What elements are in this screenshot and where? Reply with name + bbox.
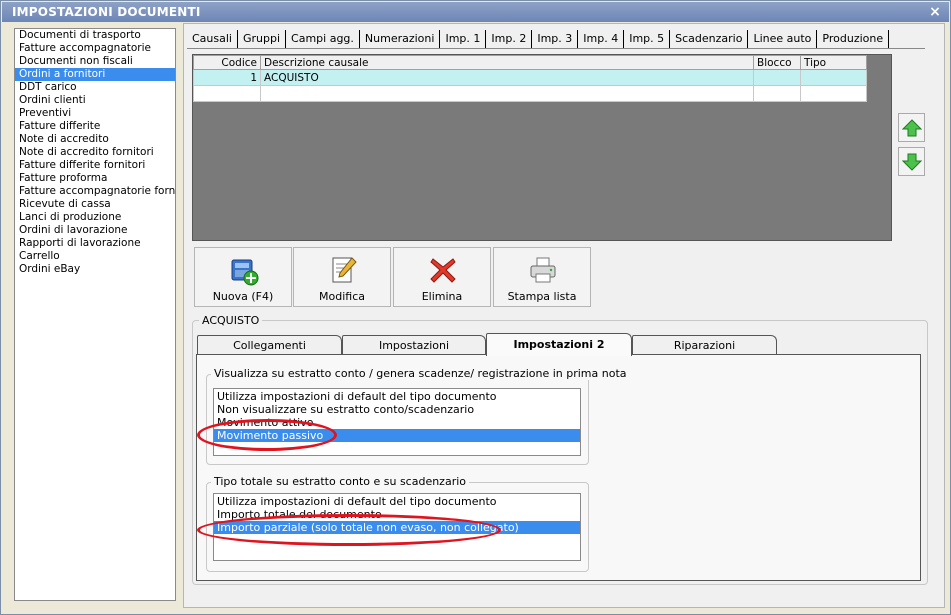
list-item[interactable]: Note di accredito fornitori	[15, 146, 175, 159]
new-document-icon	[231, 259, 259, 286]
group-title: ACQUISTO	[199, 314, 263, 327]
list-item[interactable]: DDT carico	[15, 81, 175, 94]
settings-tabs: Causali Gruppi Campi agg. Numerazioni Imp. 1…	[187, 30, 890, 49]
list-item[interactable]: Documenti di trasporto	[15, 29, 175, 42]
list-item[interactable]: Rapporti di lavorazione	[15, 237, 175, 250]
move-up-button[interactable]	[898, 113, 925, 142]
list-item[interactable]: Documenti non fiscali	[15, 55, 175, 68]
cell-descrizione[interactable]: ACQUISTO	[260, 69, 754, 86]
window-title: IMPOSTAZIONI DOCUMENTI	[12, 5, 201, 19]
list-item[interactable]: Fatture differite fornitori	[15, 159, 175, 172]
cell-blocco[interactable]	[753, 69, 801, 86]
tipo-totale-title: Tipo totale su estratto conto e su scade…	[211, 475, 470, 488]
tab-numerazioni[interactable]: Numerazioni	[360, 30, 441, 49]
delete-button[interactable]: Elimina	[393, 247, 491, 307]
cell-blocco[interactable]	[753, 85, 801, 102]
tab-impostazioni[interactable]: Impostazioni	[342, 335, 486, 355]
new-button[interactable]: Nuova (F4)	[194, 247, 292, 307]
tab-causali[interactable]: Causali	[187, 30, 238, 49]
list-item[interactable]: Utilizza impostazioni di default del tip…	[214, 495, 580, 508]
list-item[interactable]: Ordini clienti	[15, 94, 175, 107]
up-arrow-icon	[901, 118, 922, 136]
tab-imp-4[interactable]: Imp. 4	[578, 30, 625, 49]
tab-riparazioni[interactable]: Riparazioni	[632, 335, 777, 355]
column-header-tipo[interactable]: Tipo	[800, 55, 867, 70]
list-item[interactable]: Carrello	[15, 250, 175, 263]
list-item[interactable]: Ordini a fornitori	[15, 68, 175, 81]
tab-gruppi[interactable]: Gruppi	[238, 30, 287, 49]
tab-campi-agg[interactable]: Campi agg.	[286, 30, 360, 49]
tab-imp-1[interactable]: Imp. 1	[440, 30, 487, 49]
edit-button-label: Modifica	[319, 290, 365, 303]
list-item[interactable]: Ricevute di cassa	[15, 198, 175, 211]
delete-x-icon	[430, 258, 456, 283]
title-bar: IMPOSTAZIONI DOCUMENTI ×	[2, 2, 949, 22]
table-row[interactable]	[193, 85, 867, 102]
edit-button[interactable]: Modifica	[293, 247, 391, 307]
cell-tipo[interactable]	[800, 69, 867, 86]
tab-linee-auto[interactable]: Linee auto	[748, 30, 818, 49]
list-item[interactable]: Fatture differite	[15, 120, 175, 133]
list-item[interactable]: Fatture accompagnatorie	[15, 42, 175, 55]
column-header-descrizione[interactable]: Descrizione causale	[260, 55, 754, 70]
tab-collegamenti[interactable]: Collegamenti	[197, 335, 342, 355]
list-item[interactable]: Ordini eBay	[15, 263, 175, 276]
estratto-conto-title: Visualizza su estratto conto / genera sc…	[211, 367, 630, 380]
annotation-circle	[197, 514, 501, 546]
list-item[interactable]: Ordini di lavorazione	[15, 224, 175, 237]
tab-scadenzario[interactable]: Scadenzario	[670, 30, 749, 49]
cell-codice[interactable]	[193, 85, 261, 102]
print-list-button[interactable]: Stampa lista	[493, 247, 591, 307]
list-item[interactable]: Preventivi	[15, 107, 175, 120]
move-down-button[interactable]	[898, 147, 925, 176]
causali-grid[interactable]: Codice Descrizione causale Blocco Tipo 1…	[192, 54, 892, 241]
cell-descrizione[interactable]	[260, 85, 754, 102]
annotation-circle	[197, 419, 337, 451]
list-item[interactable]: Note di accredito	[15, 133, 175, 146]
close-icon[interactable]: ×	[929, 2, 941, 22]
list-item[interactable]: Utilizza impostazioni di default del tip…	[214, 390, 580, 403]
printer-icon	[530, 257, 556, 283]
delete-button-label: Elimina	[421, 290, 463, 303]
tab-imp-5[interactable]: Imp. 5	[624, 30, 671, 49]
list-item[interactable]: Lanci di produzione	[15, 211, 175, 224]
tab-imp-3[interactable]: Imp. 3	[532, 30, 579, 49]
list-item[interactable]: Non visualizzare su estratto conto/scade…	[214, 403, 580, 416]
edit-document-icon	[332, 257, 357, 283]
settings-window: IMPOSTAZIONI DOCUMENTI × Documenti di tr…	[0, 0, 951, 615]
down-arrow-icon	[901, 153, 922, 171]
column-header-codice[interactable]: Codice	[193, 55, 261, 70]
table-row[interactable]: 1 ACQUISTO	[193, 69, 867, 86]
cell-tipo[interactable]	[800, 85, 867, 102]
column-header-blocco[interactable]: Blocco	[753, 55, 801, 70]
document-type-list[interactable]: Documenti di trasporto Fatture accompagna…	[14, 28, 176, 601]
tab-divider	[187, 48, 925, 49]
print-list-button-label: Stampa lista	[507, 290, 577, 303]
tab-impostazioni-2[interactable]: Impostazioni 2	[486, 333, 632, 356]
tab-produzione[interactable]: Produzione	[817, 30, 890, 49]
list-item[interactable]: Fatture proforma	[15, 172, 175, 185]
new-button-label: Nuova (F4)	[212, 290, 274, 303]
cell-codice[interactable]: 1	[193, 69, 261, 86]
tab-imp-2[interactable]: Imp. 2	[486, 30, 533, 49]
list-item[interactable]: Fatture accompagnatorie fornito	[15, 185, 175, 198]
